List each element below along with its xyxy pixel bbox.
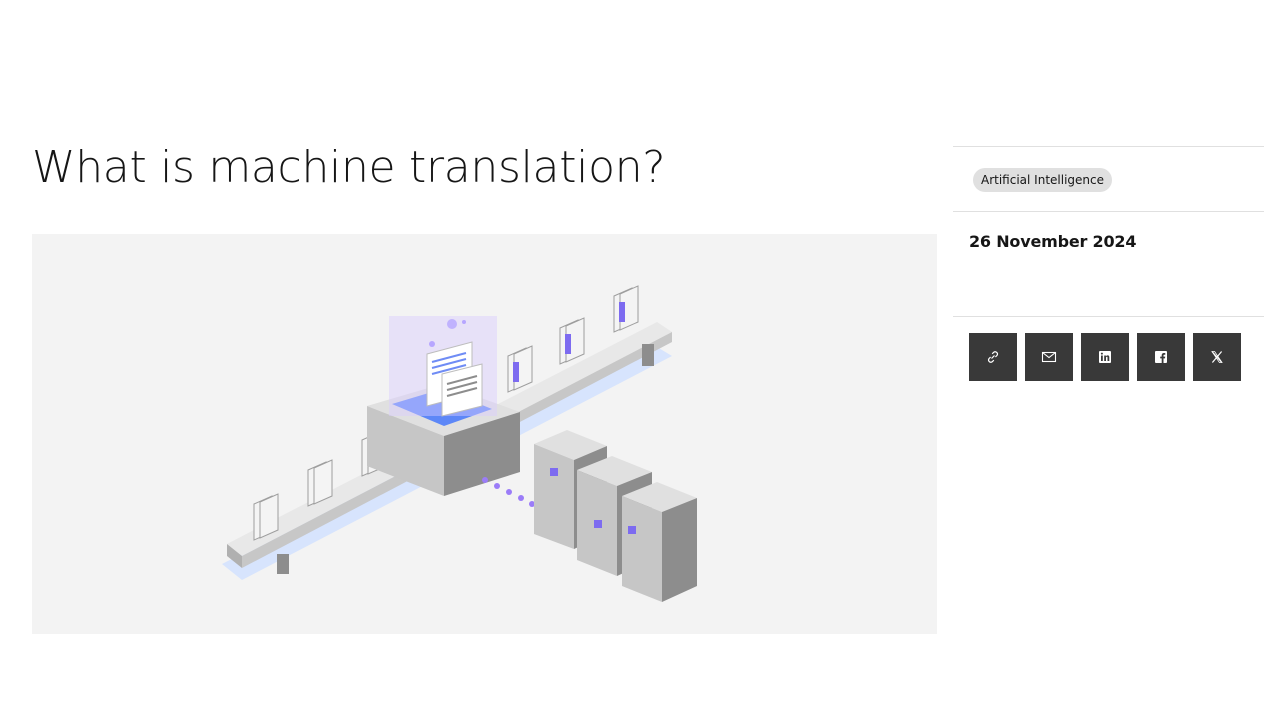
- share-email-button[interactable]: [1025, 333, 1073, 381]
- date-row: 26 November 2024: [953, 212, 1264, 316]
- hero-illustration: [32, 234, 937, 634]
- topic-tag[interactable]: Artificial Intelligence: [973, 168, 1112, 192]
- linkedin-icon: [1099, 351, 1111, 363]
- conveyor-leg: [642, 344, 654, 366]
- email-icon: [1041, 351, 1057, 363]
- share-bar: [953, 317, 1264, 397]
- page-title: What is machine translation?: [32, 142, 666, 193]
- conveyor-leg: [277, 554, 289, 574]
- facebook-icon: [1155, 351, 1167, 363]
- share-x-button[interactable]: [1193, 333, 1241, 381]
- machine-translation-illustration: [222, 285, 697, 602]
- document-stack: [613, 285, 639, 333]
- copy-link-button[interactable]: [969, 333, 1017, 381]
- share-facebook-button[interactable]: [1137, 333, 1185, 381]
- document-stack: [507, 345, 533, 393]
- share-linkedin-button[interactable]: [1081, 333, 1129, 381]
- link-icon: [988, 351, 998, 363]
- x-icon: [1211, 351, 1223, 363]
- document-stack: [559, 317, 585, 365]
- translation-machine: [367, 316, 520, 496]
- article-sidebar: Artificial Intelligence 26 November 2024: [953, 146, 1264, 397]
- publish-date: 26 November 2024: [969, 232, 1137, 251]
- server-tower: [622, 482, 697, 602]
- tag-row: Artificial Intelligence: [953, 147, 1264, 211]
- data-flow-dots: [482, 477, 535, 507]
